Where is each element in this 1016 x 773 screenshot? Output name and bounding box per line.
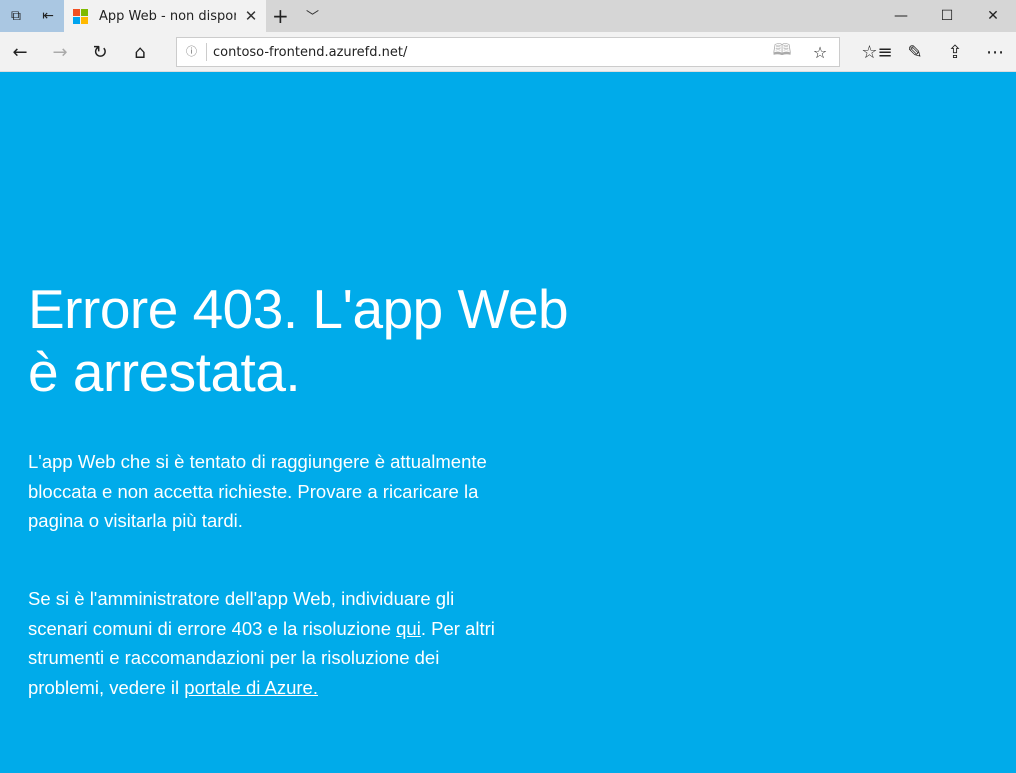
pen-icon[interactable]: ✎ xyxy=(895,32,935,72)
share-icon[interactable]: ⇪ xyxy=(935,32,975,72)
address-bar[interactable]: ⓘ contoso-frontend.azurefd.net/ 🕮 ☆ xyxy=(176,37,840,67)
new-tab-icon[interactable]: + xyxy=(272,4,289,28)
refresh-icon[interactable]: ↻ xyxy=(80,32,120,72)
heading-line-1: Errore 403. L'app Web xyxy=(28,278,569,340)
reading-view-icon[interactable]: 🕮 xyxy=(763,39,801,66)
home-icon[interactable]: ⌂ xyxy=(120,32,160,72)
back-icon[interactable]: ← xyxy=(0,32,40,72)
more-icon[interactable]: ⋯ xyxy=(975,32,1015,72)
tab-active[interactable]: App Web - non dispon ✕ xyxy=(64,0,266,32)
admin-paragraph: Se si è l'amministratore dell'app Web, i… xyxy=(28,584,508,702)
close-tab-icon[interactable]: ✕ xyxy=(236,7,266,25)
url-text[interactable]: contoso-frontend.azurefd.net/ xyxy=(207,45,763,60)
minimize-icon[interactable]: — xyxy=(878,0,924,32)
chevron-down-icon[interactable]: ﹀ xyxy=(306,6,319,25)
forward-icon[interactable]: → xyxy=(40,32,80,72)
description-paragraph: L'app Web che si è tentato di raggiunger… xyxy=(28,451,487,531)
qui-link[interactable]: qui xyxy=(396,618,421,639)
favorite-star-icon[interactable]: ☆ xyxy=(801,43,839,62)
info-icon[interactable]: ⓘ xyxy=(177,43,207,61)
title-bar: ⧉ ⇤ App Web - non dispon ✕ + ﹀ — ☐ ✕ xyxy=(0,0,1016,32)
tab-title: App Web - non dispon xyxy=(99,8,236,24)
tab-manager-icon[interactable]: ⧉ xyxy=(0,0,32,32)
admin-text-1: Se si è l'amministratore dell'app Web, i… xyxy=(28,588,455,639)
microsoft-logo-icon xyxy=(73,8,88,24)
set-aside-tabs-icon[interactable]: ⇤ xyxy=(32,0,64,32)
maximize-icon[interactable]: ☐ xyxy=(924,0,970,32)
close-window-icon[interactable]: ✕ xyxy=(970,0,1016,32)
favorites-list-icon[interactable]: ☆≡ xyxy=(857,32,897,72)
azure-portal-link[interactable]: portale di Azure. xyxy=(184,677,318,698)
heading-line-2: è arrestata. xyxy=(28,341,301,403)
toolbar: ← → ↻ ⌂ ⓘ contoso-frontend.azurefd.net/ … xyxy=(0,32,1016,72)
page-title: Errore 403. L'app Web è arrestata. xyxy=(28,278,648,404)
